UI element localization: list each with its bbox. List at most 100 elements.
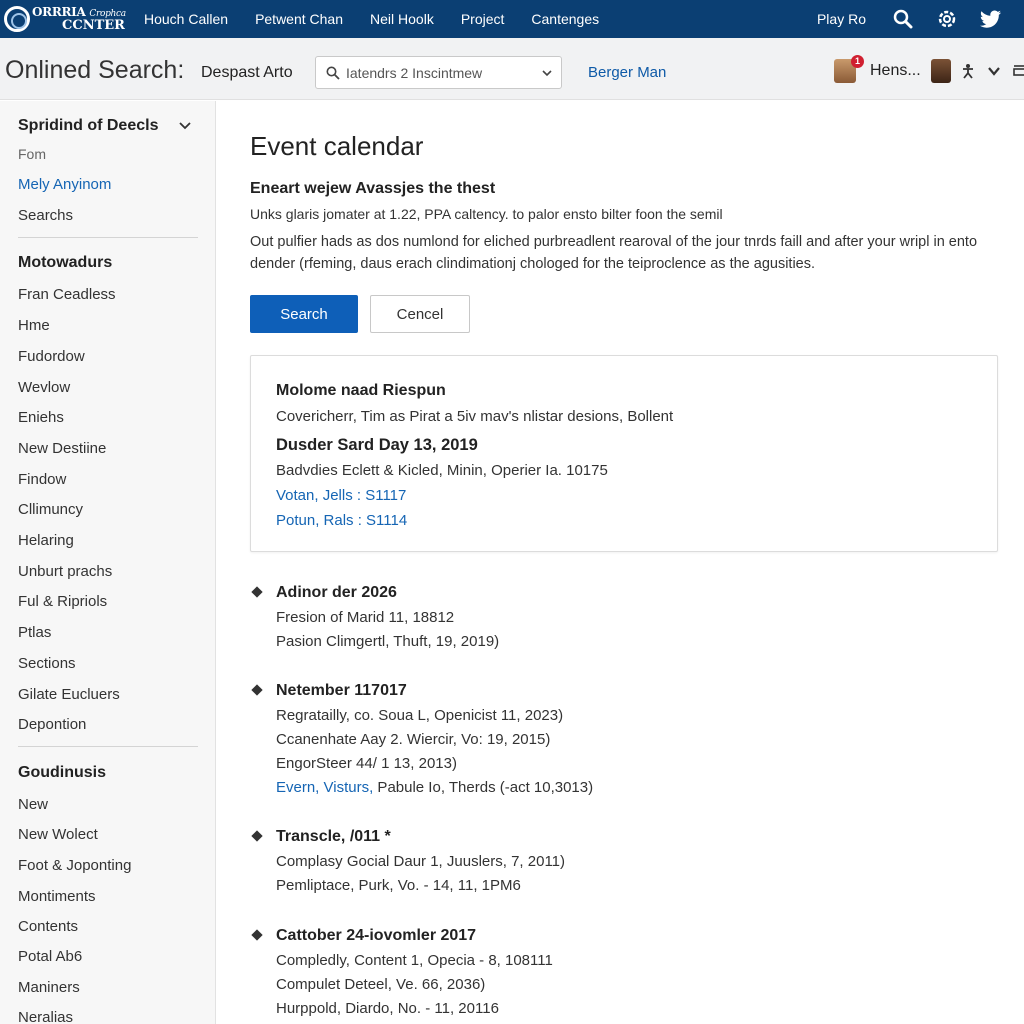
sidebar-section-title[interactable]: Spridind of Deecls (18, 117, 158, 135)
sidebar-item-from[interactable]: Fom (18, 146, 46, 162)
divider (18, 237, 198, 238)
divider (18, 746, 198, 747)
event-line: Regratailly, co. Soua L, Openicist 11, 2… (276, 707, 564, 724)
sidebar-item[interactable]: Contents (18, 918, 78, 935)
event-heading: Cattober 24-iovomler 2017 (276, 927, 477, 944)
sidebar-item-searchs[interactable]: Searchs (18, 207, 73, 224)
person-icon[interactable] (959, 62, 977, 80)
event-item: Adinor der 2026 Fresion of Marid 11, 188… (250, 584, 990, 654)
sidebar-item[interactable]: Potal Ab6 (18, 948, 82, 965)
search-button[interactable]: Search (250, 295, 358, 333)
sidebar-item[interactable]: Neralias (18, 1009, 73, 1024)
card-subtitle: Covericherr, Tim as Pirat a 5iv mav's nl… (276, 408, 674, 425)
sidebar-item[interactable]: Gilate Eucluers (18, 686, 120, 703)
event-item: Cattober 24-iovomler 2017 Compledly, Con… (250, 927, 990, 1021)
sidebar-item[interactable]: Unburt prachs (18, 563, 112, 580)
search-input[interactable] (346, 64, 526, 81)
section-subheading: Eneart wejew Avassjes the thest (250, 180, 496, 197)
event-line: Evern, Visturs, Pabule Io, Therds (-act … (250, 776, 990, 800)
sidebar-item[interactable]: New (18, 796, 48, 813)
nav-links: Houch Callen Petwent Chan Neil Hoolk Pro… (130, 0, 612, 38)
top-navigation-bar: ORRRIA Crophca CCNTER Houch Callen Petwe… (0, 0, 1024, 38)
featured-event-card: Molome naad Riespun Covericherr, Tim as … (250, 355, 998, 552)
page-heading: Onlined Search: (5, 56, 185, 84)
sidebar-item[interactable]: Hme (18, 317, 50, 334)
sidebar-section-title: Motowadurs (18, 254, 113, 271)
bullet-icon (251, 929, 263, 941)
bullet-icon (251, 830, 263, 842)
sidebar-item[interactable]: Foot & Joponting (18, 857, 131, 874)
card-details: Badvdies Eclett & Kicled, Minin, Operier… (276, 462, 608, 479)
logo-mark-icon (4, 6, 30, 32)
sidebar-item[interactable]: Wevlow (18, 379, 70, 396)
notification-badge: 1 (851, 55, 864, 68)
event-line: Pemliptace, Purk, Vo. - 14, 11, 1PM6 (276, 877, 521, 894)
card-title: Molome naad Riespun (276, 382, 446, 399)
event-item: Netember 117017 Regratailly, co. Soua L,… (250, 682, 990, 800)
sidebar-item[interactable]: Ptlas (18, 624, 51, 641)
sidebar-item[interactable]: Eniehs (18, 409, 64, 426)
event-line: EngorSteer 44/ 1 13, 2013) (276, 755, 457, 772)
event-line: Complasy Gocial Daur 1, Juuslers, 7, 201… (276, 853, 566, 870)
logo[interactable]: ORRRIA Crophca CCNTER (0, 0, 130, 38)
sidebar-item[interactable]: Findow (18, 471, 66, 488)
card-link[interactable]: Potun, Rals : S1114 (276, 512, 407, 529)
chevron-down-icon[interactable] (178, 119, 192, 133)
play-link[interactable]: Play Ro (817, 11, 866, 27)
chevron-down-icon[interactable] (985, 62, 1003, 80)
nav-right-group: Play Ro (817, 0, 1024, 38)
sidebar-item[interactable]: Helaring (18, 532, 74, 549)
description-text: Out pulfier hads as dos numlond for elic… (250, 234, 978, 272)
event-heading: Netember 117017 (276, 682, 407, 699)
nav-link-3[interactable]: Neil Hoolk (370, 11, 434, 27)
page-title: Event calendar (250, 131, 424, 161)
sidebar-item[interactable]: New Wolect (18, 826, 98, 843)
nav-link-1[interactable]: Houch Callen (144, 11, 228, 27)
event-line: Fresion of Marid 11, 18812 (276, 609, 455, 626)
event-line: Compulet Deteel, Ve. 66, 2036) (276, 976, 486, 993)
logo-text-line2: CCNTER (62, 18, 125, 33)
bullet-icon (251, 684, 263, 696)
logo-text-line1: ORRRIA (32, 5, 86, 19)
intro-text: Unks glaris jomater at 1.22, PPA caltenc… (250, 206, 723, 222)
twitter-icon[interactable] (980, 8, 1002, 30)
sidebar-item[interactable]: Cllimuncy (18, 501, 83, 518)
event-heading: Transcle, /011 * (276, 828, 391, 845)
search-icon (326, 66, 340, 80)
event-line: Ccanenhate Aay 2. Wiercir, Vo: 19, 2015) (276, 731, 551, 748)
sub-header: Onlined Search: Despast Arto Berger Man … (0, 38, 1024, 100)
cancel-button[interactable]: Cencel (370, 295, 470, 333)
search-dropdown[interactable] (315, 56, 562, 89)
sidebar-item[interactable]: Sections (18, 655, 76, 672)
event-line: Pasion Climgertl, Thuft, 19, 2019) (276, 633, 500, 650)
user-name[interactable]: Hens... (870, 62, 921, 80)
user-area: 1 Hens... (834, 55, 1024, 86)
nav-link-project[interactable]: Project (461, 11, 505, 27)
avatar[interactable]: 1 (834, 55, 864, 83)
sidebar-item[interactable]: Montiments (18, 888, 96, 905)
search-icon[interactable] (892, 8, 914, 30)
sidebar-item[interactable]: Ful & Ripriols (18, 593, 107, 610)
sidebar-item-active[interactable]: Mely Anyinom (18, 176, 111, 193)
filter-label[interactable]: Despast Arto (201, 64, 293, 82)
sidebar-section-title: Goudinusis (18, 764, 106, 781)
main-content: Event calendar Eneart wejew Avassjes the… (226, 101, 1024, 1024)
sidebar: Spridind of Deecls Fom Mely Anyinom Sear… (0, 101, 216, 1024)
sidebar-item[interactable]: New Destiine (18, 440, 106, 457)
event-link[interactable]: Evern, Visturs, (276, 779, 373, 796)
card-link[interactable]: Votan, Jells : S1117 (276, 487, 406, 504)
sidebar-item[interactable]: Maniners (18, 979, 80, 996)
menu-icon[interactable] (1011, 62, 1024, 80)
sidebar-item[interactable]: Depontion (18, 716, 86, 733)
event-line: Hurppold, Diardo, No. - 11, 20116 (276, 1000, 499, 1017)
settings-icon[interactable] (936, 8, 958, 30)
header-link[interactable]: Berger Man (588, 64, 666, 81)
sidebar-item[interactable]: Fran Ceadless (18, 286, 116, 303)
secondary-avatar[interactable] (930, 59, 951, 83)
chevron-down-icon[interactable] (541, 67, 553, 79)
sidebar-item[interactable]: Fudordow (18, 348, 85, 365)
nav-link-2[interactable]: Petwent Chan (255, 11, 343, 27)
bullet-icon (251, 586, 263, 598)
event-item: Transcle, /011 * Complasy Gocial Daur 1,… (250, 828, 990, 898)
nav-link-5[interactable]: Cantenges (531, 11, 599, 27)
